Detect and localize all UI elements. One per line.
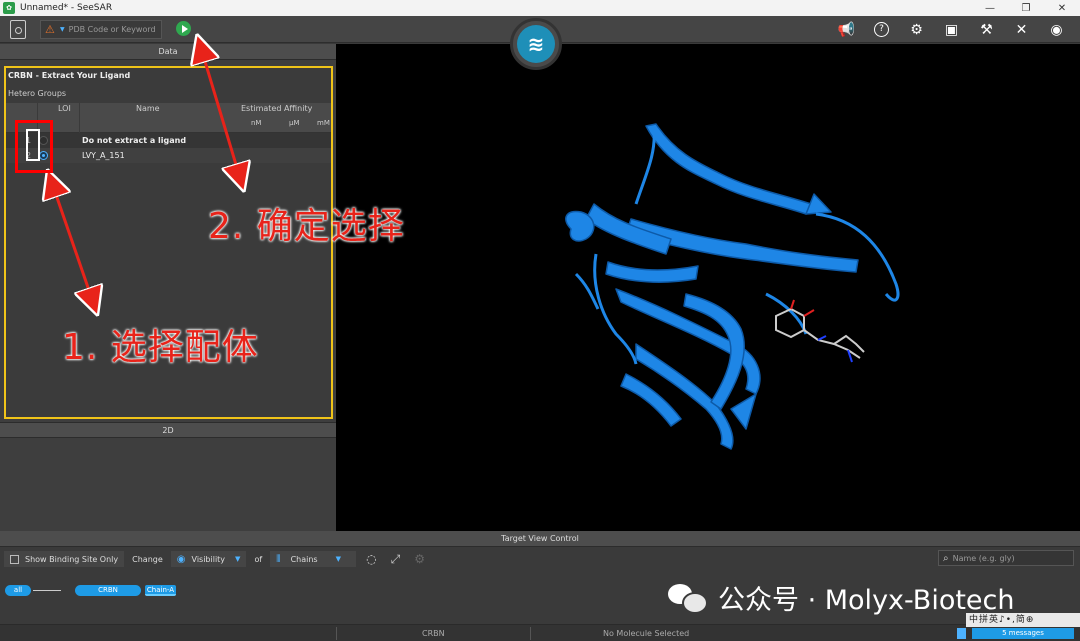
warning-icon[interactable]: ⚠: [45, 23, 58, 36]
hetero-groups-label: Hetero Groups: [8, 89, 67, 98]
col-divider: [79, 103, 80, 133]
table-row[interactable]: 1 Do not extract a ligand: [6, 133, 331, 148]
chains-icon: ⦀: [276, 553, 281, 565]
show-binding-site-toggle[interactable]: Show Binding Site Only: [4, 551, 125, 567]
row-name: Do not extract a ligand: [82, 136, 187, 145]
table-row[interactable]: 2 LVY_A_151: [6, 148, 331, 163]
tools-icon[interactable]: ⚒: [969, 19, 1004, 40]
visibility-dropdown[interactable]: ◉ Visibility ▼: [170, 551, 247, 567]
window-title: Unnamed* - SeeSAR: [20, 3, 113, 13]
toolbar-right-icons: 📢 ? ⚙ ▣ ⚒ ✕ ◉: [829, 19, 1074, 40]
3d-viewer[interactable]: [336, 44, 1080, 531]
chevron-down-icon[interactable]: ▼: [60, 26, 65, 33]
residue-search-box: ⌕: [938, 550, 1074, 566]
app-icon: ✿: [3, 2, 15, 14]
close-button[interactable]: ✕: [1044, 0, 1080, 16]
arrow-tip: [730, 393, 757, 430]
beta-strand: [645, 123, 812, 215]
help-glyph: ?: [874, 22, 889, 37]
window-controls: — ❐ ✕: [972, 0, 1080, 16]
table-header: LOI Name Estimated Affinity nM µM mM: [6, 103, 331, 133]
step1-annotation: 1. 选择配体: [62, 327, 259, 368]
pdb-search-box: ⚠ ▼: [40, 20, 162, 39]
visibility-label: Visibility: [191, 554, 226, 564]
of-label: of: [254, 554, 263, 564]
show-binding-site-label: Show Binding Site Only: [25, 554, 119, 564]
restore-button[interactable]: ❐: [1008, 0, 1044, 16]
col-loi: LOI: [58, 104, 71, 113]
target-view-control-header: Target View Control: [0, 531, 1080, 547]
wrench-icon[interactable]: ✕: [1004, 19, 1039, 40]
data-panel: Data CRBN - Extract Your Ligand Hetero G…: [0, 44, 336, 531]
connect-icon[interactable]: ⤢: [391, 552, 401, 567]
pdb-search-input[interactable]: [68, 25, 159, 34]
2d-panel-header[interactable]: 2D: [0, 422, 336, 438]
checkbox[interactable]: [10, 554, 19, 564]
chip-connector: [33, 590, 61, 591]
col-affinity: Estimated Affinity: [241, 104, 313, 113]
residue-search-input[interactable]: [952, 553, 1063, 563]
chip-crbn[interactable]: CRBN: [75, 585, 141, 596]
eye-icon[interactable]: ◉: [1039, 19, 1074, 40]
info-icon: [957, 628, 966, 639]
wechat-icon: [668, 582, 708, 614]
chip-chain-a[interactable]: Chain-A: [145, 585, 176, 596]
seesar-app: ✿ Unnamed* - SeeSAR — ❐ ✕ ⚠ ▼ 📢 ? ⚙ ▣ ⚒ …: [0, 0, 1080, 641]
settings-disabled-icon: ⚙: [414, 552, 426, 566]
title-bar: ✿ Unnamed* - SeeSAR — ❐ ✕: [0, 0, 1080, 16]
col-mm: mM: [317, 119, 330, 127]
col-um: µM: [289, 119, 300, 127]
chevron-down-icon: ▼: [235, 555, 241, 563]
status-molecule: No Molecule Selected: [603, 629, 690, 638]
chains-dropdown[interactable]: ⦀ Chains ▼: [270, 551, 357, 567]
status-target: CRBN: [422, 629, 445, 638]
step2-annotation: 2. 确定选择: [208, 206, 405, 247]
ligand-selection-highlight: [15, 120, 53, 173]
status-divider: [336, 627, 337, 640]
col-nm: nM: [251, 119, 262, 127]
change-label: Change: [132, 554, 163, 564]
chip-all[interactable]: all: [5, 585, 31, 596]
radio-column-highlight: [26, 129, 40, 161]
arrow-tip: [805, 193, 832, 215]
logo-mark: ≋: [517, 25, 555, 63]
confirm-play-button[interactable]: [176, 21, 191, 36]
view-controls-row: Show Binding Site Only Change ◉ Visibili…: [0, 549, 1080, 569]
col-name: Name: [136, 104, 160, 113]
data-panel-header[interactable]: Data: [0, 44, 336, 60]
new-project-icon[interactable]: [10, 20, 26, 39]
settings-icon[interactable]: ⚙: [899, 19, 934, 40]
search-icon: ⌕: [943, 552, 949, 564]
minimize-button[interactable]: —: [972, 0, 1008, 16]
seesar-logo[interactable]: ≋: [510, 18, 562, 70]
protein-structure: [565, 123, 900, 450]
chevron-down-icon: ▼: [335, 555, 341, 563]
helix: [565, 210, 595, 242]
hetero-table: LOI Name Estimated Affinity nM µM mM 1 D…: [6, 103, 331, 163]
row-name: LVY_A_151: [82, 151, 125, 160]
beta-strand: [605, 261, 699, 284]
megaphone-icon[interactable]: 📢: [829, 19, 864, 40]
monitor-icon[interactable]: ▣: [934, 19, 969, 40]
loop: [634, 128, 656, 205]
eye-icon: ◉: [176, 553, 186, 565]
watermark: 公众号 · Molyx-Biotech: [668, 578, 1015, 617]
chains-label: Chains: [290, 554, 318, 564]
ligand-sticks: [775, 299, 865, 363]
messages-badge[interactable]: 5 messages: [972, 628, 1074, 639]
reset-view-icon[interactable]: ◌: [366, 552, 376, 566]
status-bar: CRBN No Molecule Selected 5 messages: [0, 624, 1080, 641]
box-title: CRBN - Extract Your Ligand: [8, 71, 131, 80]
watermark-text: 公众号 · Molyx-Biotech: [718, 585, 1015, 616]
status-divider: [530, 627, 531, 640]
help-icon[interactable]: ?: [864, 19, 899, 40]
